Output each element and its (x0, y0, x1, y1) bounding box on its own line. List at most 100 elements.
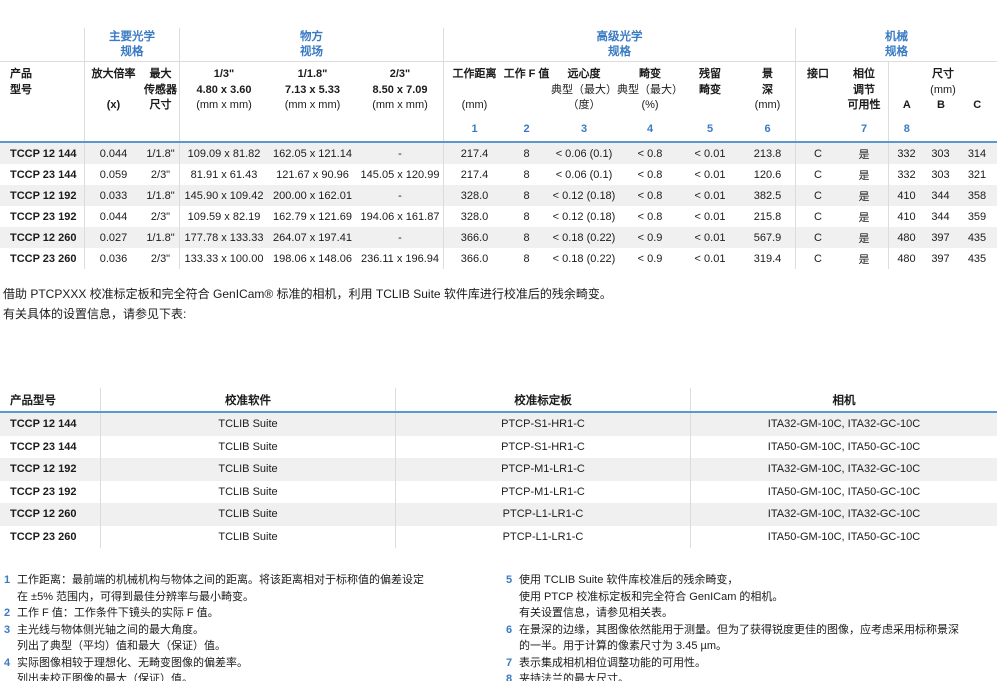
cell-fov-2-3: - (357, 143, 443, 164)
spacer (925, 122, 958, 138)
col-header-working-distance: 工作距离 (mm) 1 (443, 62, 505, 141)
calibration-note-line: 借助 PTCPXXX 校准标定板和完全符合 GenICam® 标准的相机，利用 … (3, 285, 997, 305)
calib-cell-software: TCLIB Suite (100, 526, 395, 549)
footnote-text: 工作距离：最前端的机械机构与物体之间的距离。将该距离相对于标称值的偏差设定 在 … (17, 572, 502, 605)
col-header-dimensions: 尺寸 (mm) A B C 8 (888, 62, 997, 141)
cell-magnification: 0.044 (84, 143, 142, 164)
header-line: (mm) (755, 98, 781, 114)
cell-dim-b: 397 (924, 248, 957, 269)
spec-group-row: 主要光学 规格 物方 视场 高级光学 规格 机械 规格 (0, 28, 997, 62)
cell-dim-b: 397 (924, 227, 957, 248)
calibration-header-row: 产品型号 校准软件 校准标定板 相机 (0, 388, 997, 413)
calibration-note-line: 有关具体的设置信息，请参见下表: (3, 305, 997, 325)
footnote-number: 3 (0, 622, 17, 655)
cell-fov-1-1-8: 162.79 x 121.69 (268, 206, 357, 227)
cell-mount: C (795, 185, 840, 206)
group-label: 规格 (444, 45, 795, 60)
footnote-ref-6: 6 (764, 122, 770, 142)
cell-fov-1-3: 145.90 x 109.42 (179, 185, 268, 206)
cell-distortion: < 0.9 (620, 248, 680, 269)
calibration-table: 产品型号 校准软件 校准标定板 相机 TCCP 12 144 TCLIB Sui… (0, 388, 997, 548)
footnote-2: 2 工作 F 值：工作条件下镜头的实际 F 值。 (0, 605, 502, 622)
header-line: 4.80 x 3.60 (196, 83, 251, 99)
cell-fov-1-3: 81.91 x 61.43 (179, 164, 268, 185)
calib-row: TCCP 23 144 TCLIB Suite PTCP-S1-HR1-C IT… (0, 436, 997, 459)
footnote-number: 6 (502, 622, 519, 655)
header-line: （度） (568, 98, 601, 114)
cell-distortion: < 0.8 (620, 164, 680, 185)
cell-telecentricity: < 0.12 (0.18) (548, 206, 620, 227)
calib-cell-software: TCLIB Suite (100, 413, 395, 436)
footnote-line: 的一半。用于计算的像素尺寸为 3.45 µm。 (519, 638, 997, 655)
calib-cell-camera: ITA50-GM-10C, ITA50-GC-10C (690, 481, 997, 504)
header-line: (mm x mm) (196, 98, 252, 114)
cell-working-f: 8 (505, 227, 548, 248)
footnote-text: 主光线与物体侧光轴之间的最大角度。 列出了典型（平均）值和最大（保证）值。 (17, 622, 502, 655)
header-line: (%) (641, 98, 658, 114)
header-line: (mm x mm) (285, 98, 341, 114)
header-line: 残留 (699, 67, 721, 83)
footnote-line: 在 ±5% 范围内，可得到最佳分辨率与最小畸变。 (17, 589, 502, 606)
cell-mount: C (795, 143, 840, 164)
header-line: 相位 (853, 67, 875, 83)
cell-magnification: 0.036 (84, 248, 142, 269)
col-header-magnification: 放大倍率 (x) (84, 62, 142, 141)
calib-header-camera: 相机 (690, 388, 997, 411)
cell-magnification: 0.044 (84, 206, 142, 227)
cell-dof: 567.9 (740, 227, 795, 248)
calib-cell-target: PTCP-S1-HR1-C (395, 413, 690, 436)
cell-phase: 是 (840, 206, 888, 227)
cell-working-f: 8 (505, 185, 548, 206)
cell-dim-a: 480 (888, 248, 924, 269)
col-header-depth-of-field: 景 深 (mm) 6 (740, 62, 795, 141)
calib-cell-target: PTCP-M1-LR1-C (395, 458, 690, 481)
group-object-fov: 物方 视场 (179, 28, 443, 61)
cell-distortion: < 0.9 (620, 227, 680, 248)
col-header-fov-2-3: 2/3" 8.50 x 7.09 (mm x mm) (357, 62, 443, 141)
cell-residual: < 0.01 (680, 206, 740, 227)
col-header-max-sensor: 最大 传感器 尺寸 (142, 62, 179, 141)
cell-magnification: 0.059 (84, 164, 142, 185)
cell-sensor: 2/3" (142, 248, 179, 269)
cell-sensor: 2/3" (142, 164, 179, 185)
spec-row: TCCP 12 144 0.044 1/1.8" 109.09 x 81.82 … (0, 143, 997, 164)
cell-fov-2-3: - (357, 227, 443, 248)
cell-phase: 是 (840, 164, 888, 185)
header-line: 典型（最大） (551, 83, 617, 99)
cell-dim-b: 344 (924, 185, 957, 206)
cell-telecentricity: < 0.06 (0.1) (548, 164, 620, 185)
group-label: 规格 (85, 45, 179, 60)
group-main-optical: 主要光学 规格 (84, 28, 179, 61)
dim-c-label: C (957, 98, 997, 114)
calib-cell-software: TCLIB Suite (100, 436, 395, 459)
footnote-7: 7 表示集成相机相位调整功能的可用性。 (502, 655, 997, 672)
footnote-text: 使用 TCLIB Suite 软件库校准后的残余畸变， 使用 PTCP 校准标定… (519, 572, 997, 622)
cell-mount: C (795, 248, 840, 269)
footnotes-left-column: 1 工作距离：最前端的机械机构与物体之间的距离。将该距离相对于标称值的偏差设定 … (0, 572, 502, 681)
footnote-text: 夹持法兰的最大尺寸。 (519, 671, 997, 681)
header-line: 产品 (10, 67, 32, 83)
cell-distortion: < 0.8 (620, 206, 680, 227)
group-label: 视场 (180, 45, 443, 60)
header-line: 7.13 x 5.33 (285, 83, 340, 99)
header-line: 景 (762, 67, 773, 83)
footnote-text: 实际图像相较于理想化、无畸变图像的偏差率。 列出未校正图像的最大（保证）值。 (17, 655, 502, 681)
spacer (957, 122, 997, 138)
cell-working-f: 8 (505, 164, 548, 185)
cell-telecentricity: < 0.18 (0.22) (548, 248, 620, 269)
calib-cell-model: TCCP 23 144 (0, 436, 100, 459)
cell-working-distance: 217.4 (443, 164, 505, 185)
cell-dim-c: 435 (957, 227, 997, 248)
footnote-ref-5: 5 (707, 122, 713, 142)
header-line: 远心度 (568, 67, 601, 83)
header-line: 深 (762, 83, 773, 99)
calib-cell-model: TCCP 12 192 (0, 458, 100, 481)
dimension-letters: A B C (889, 98, 997, 114)
cell-phase: 是 (840, 227, 888, 248)
footnote-number: 8 (502, 671, 519, 681)
footnote-line: 在景深的边缘，其图像依然能用于测量。但为了获得锐度更佳的图像，应考虑采用标称景深 (519, 622, 997, 639)
calib-cell-target: PTCP-M1-LR1-C (395, 481, 690, 504)
footnotes-right-column: 5 使用 TCLIB Suite 软件库校准后的残余畸变， 使用 PTCP 校准… (502, 572, 997, 681)
cell-dim-c: 359 (957, 206, 997, 227)
cell-fov-1-1-8: 264.07 x 197.41 (268, 227, 357, 248)
